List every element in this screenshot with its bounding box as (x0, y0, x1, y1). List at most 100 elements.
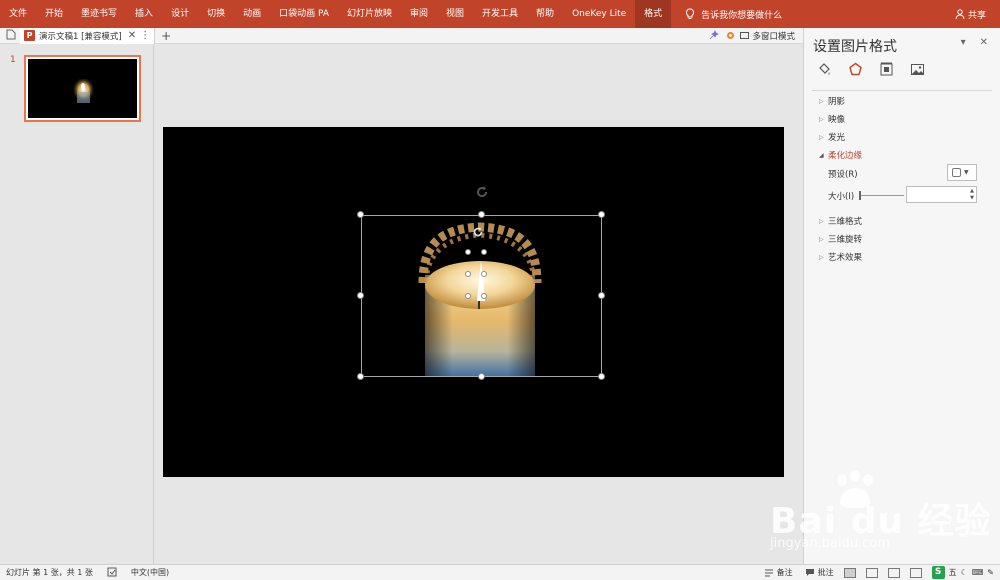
input-method-tray[interactable]: S 五 ☾ ⌨ ✎ (931, 566, 994, 579)
document-tab[interactable]: P 演示文稿1 [兼容模式] ✕ ⋮ (20, 27, 156, 44)
normal-view-icon[interactable] (843, 567, 856, 578)
status-bar: 幻灯片 第 1 张，共 1 张 中文(中国) 备注 批注 S 五 ☾ ⌨ ✎ (0, 564, 1000, 580)
thumbnail-candle-image (28, 59, 137, 118)
sogou-ime-icon: S (931, 566, 945, 579)
tab-pocket-animation[interactable]: 口袋动画 PA (270, 0, 338, 28)
section-shadow-label: 阴影 (828, 97, 846, 107)
tab-slideshow[interactable]: 幻灯片放映 (338, 0, 401, 28)
section-glow[interactable]: ▷ 发光 (819, 131, 845, 143)
resize-handle-w[interactable] (357, 292, 364, 299)
multi-window-label: 多窗口模式 (752, 31, 795, 42)
resize-handle-s[interactable] (478, 373, 485, 380)
share-button[interactable]: 共享 (955, 8, 1000, 21)
language-indicator[interactable]: 中文(中国) (131, 567, 169, 578)
tab-insert[interactable]: 插入 (126, 0, 162, 28)
tell-me-text: 告诉我你想要做什么 (701, 10, 783, 21)
spelling-check-icon[interactable] (107, 567, 117, 579)
inner-handle[interactable] (465, 293, 471, 299)
tab-view[interactable]: 视图 (437, 0, 473, 28)
section-soft-edges[interactable]: ◢ 柔化边缘 (819, 149, 862, 161)
inner-handle[interactable] (481, 271, 487, 277)
size-slider[interactable] (859, 191, 904, 200)
rotate-handle-icon[interactable] (474, 184, 490, 200)
moon-icon: ☾ (960, 568, 968, 577)
file-icon[interactable] (6, 29, 16, 43)
comment-icon (805, 569, 814, 576)
reading-view-icon[interactable] (887, 567, 900, 578)
window-icon (740, 32, 750, 39)
resize-handle-n[interactable] (478, 211, 485, 218)
inner-handle[interactable] (481, 293, 487, 299)
tab-onekey[interactable]: OneKey Lite (563, 0, 635, 28)
resize-handle-se[interactable] (598, 373, 605, 380)
section-shadow[interactable]: ▷ 阴影 (819, 95, 845, 107)
section-3d-format-label: 三维格式 (828, 217, 863, 227)
size-label: 大小(I) (828, 192, 855, 202)
tab-transitions[interactable]: 切换 (198, 0, 234, 28)
tab-animations[interactable]: 动画 (234, 0, 270, 28)
wrench-icon: ✎ (987, 568, 994, 577)
resize-handle-nw[interactable] (357, 211, 364, 218)
section-3d-rotation[interactable]: ▷ 三维旋转 (819, 233, 862, 245)
inner-rotate-handle-icon[interactable] (471, 225, 485, 239)
close-tab-icon[interactable]: ✕ (128, 30, 136, 41)
format-picture-panel: 设置图片格式 ▾ ✕ ▷ 阴影 ▷ 映像 ▷ 发光 ◢ 柔化边缘 预设(R) ▼… (803, 28, 1000, 564)
tab-menu-icon[interactable]: ⋮ (140, 30, 150, 41)
inner-handle[interactable] (481, 249, 487, 255)
picture-icon[interactable] (909, 61, 926, 78)
tab-ink[interactable]: 墨迹书写 (72, 0, 126, 28)
tab-help[interactable]: 帮助 (527, 0, 563, 28)
preset-dropdown[interactable]: ▼ (947, 164, 977, 181)
resize-handle-sw[interactable] (357, 373, 364, 380)
section-soft-edges-label: 柔化边缘 (828, 151, 863, 161)
size-properties-icon[interactable] (878, 61, 895, 78)
slide-sorter-icon[interactable] (865, 567, 878, 578)
chevron-down-icon: ▼ (964, 169, 969, 176)
inner-handle[interactable] (465, 271, 471, 277)
slideshow-view-icon[interactable] (909, 567, 922, 578)
section-artistic-effects-label: 艺术效果 (828, 253, 863, 263)
section-3d-format[interactable]: ▷ 三维格式 (819, 215, 862, 227)
multi-window-button[interactable]: 多窗口模式 (740, 30, 803, 42)
share-label: 共享 (967, 10, 986, 21)
panel-options-icon[interactable]: ▾ (961, 37, 966, 48)
tell-me-box[interactable]: 告诉我你想要做什么 (685, 8, 782, 21)
fill-line-icon[interactable] (816, 61, 833, 78)
expand-arrow-icon: ▷ (819, 133, 824, 141)
slide-thumbnail[interactable] (24, 55, 141, 122)
slide-thumbnail-pane: 1 (0, 44, 154, 564)
resize-handle-ne[interactable] (598, 211, 605, 218)
tab-design[interactable]: 设计 (162, 0, 198, 28)
slide-canvas[interactable] (163, 127, 784, 477)
resize-handle-e[interactable] (598, 292, 605, 299)
section-reflection[interactable]: ▷ 映像 (819, 113, 845, 125)
spin-arrows-icon[interactable]: ▲ ▼ (970, 188, 974, 202)
expand-arrow-icon: ▷ (819, 115, 824, 123)
notes-button[interactable]: 备注 (764, 567, 793, 578)
size-slider-knob[interactable] (859, 191, 861, 200)
section-glow-label: 发光 (828, 133, 846, 143)
expand-arrow-icon: ▷ (819, 235, 824, 243)
panel-close-icon[interactable]: ✕ (980, 37, 988, 48)
notes-icon (764, 569, 773, 577)
ime-mode: 五 (948, 568, 957, 577)
tab-home[interactable]: 开始 (36, 0, 72, 28)
tab-review[interactable]: 审阅 (401, 0, 437, 28)
effects-icon[interactable] (847, 61, 864, 78)
magic-icon[interactable] (706, 29, 720, 43)
comments-button[interactable]: 批注 (805, 567, 834, 578)
gear-icon[interactable] (723, 29, 737, 43)
tab-developer[interactable]: 开发工具 (473, 0, 527, 28)
slide-count: 幻灯片 第 1 张，共 1 张 (6, 568, 93, 577)
new-tab-icon[interactable]: + (161, 29, 171, 43)
preset-square-icon (952, 168, 961, 177)
notes-label: 备注 (776, 568, 793, 577)
tab-file[interactable]: 文件 (0, 0, 36, 28)
comments-label: 批注 (817, 568, 834, 577)
tab-format[interactable]: 格式 (635, 0, 672, 28)
section-artistic-effects[interactable]: ▷ 艺术效果 (819, 251, 862, 263)
size-spinbox[interactable]: ▲ ▼ (906, 186, 977, 203)
lightbulb-icon (686, 8, 695, 19)
inner-handle[interactable] (465, 249, 471, 255)
panel-title: 设置图片格式 (813, 39, 897, 55)
